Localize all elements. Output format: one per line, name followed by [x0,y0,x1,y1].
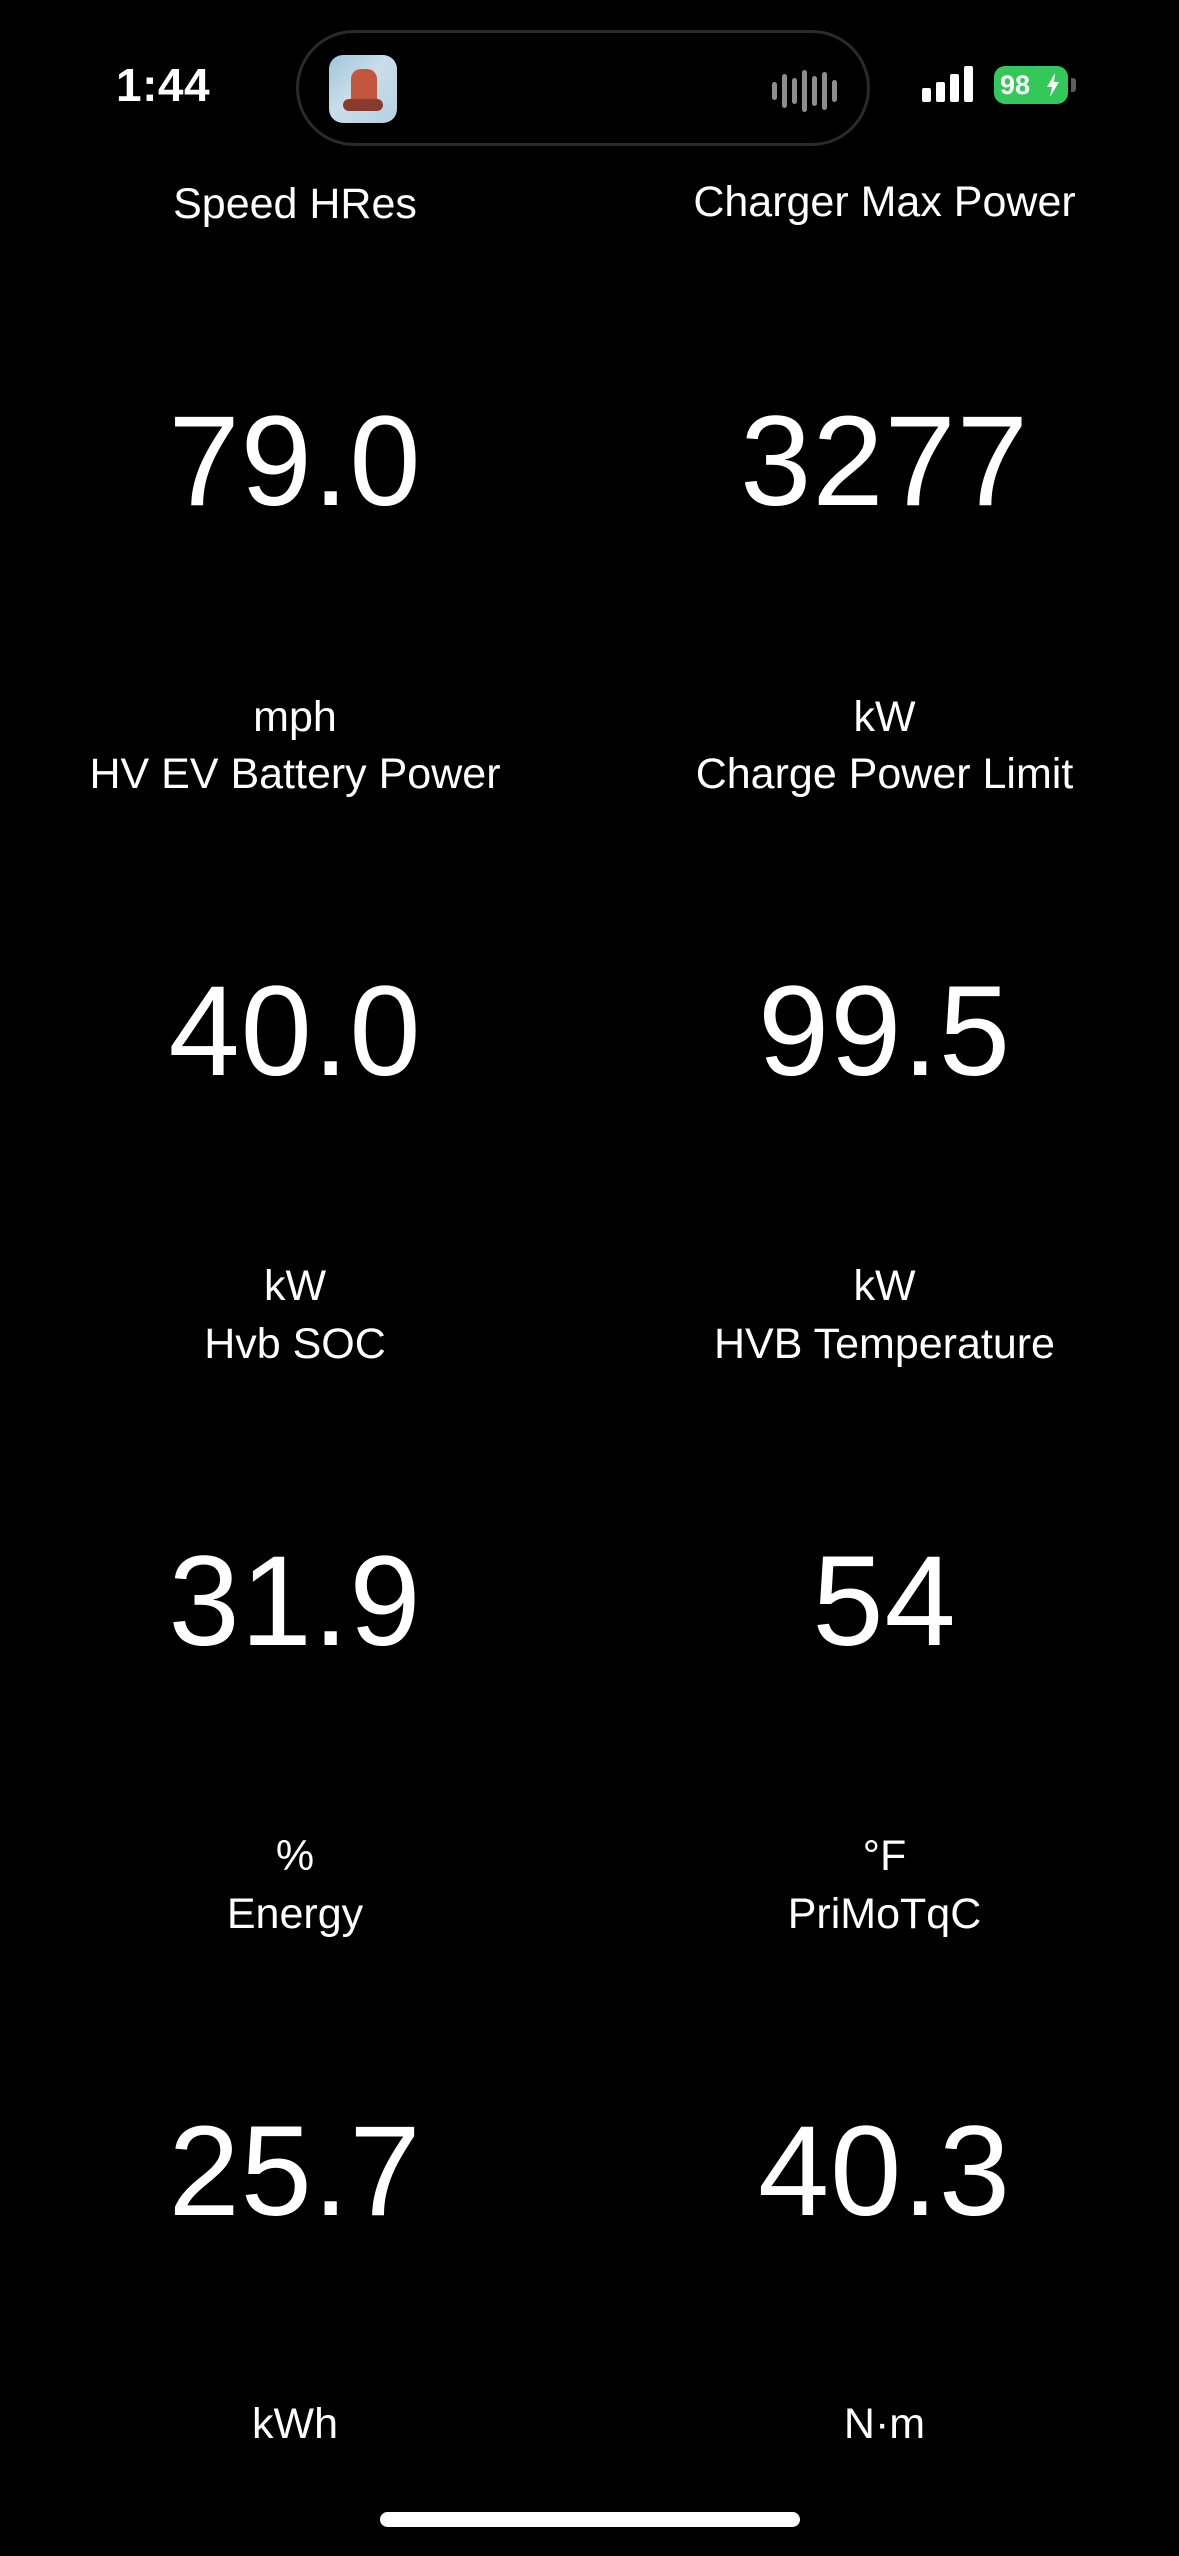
status-time: 1:44 [116,59,211,111]
charge-power-limit-value: 99.5 [757,960,1012,1103]
primotqc-unit: N·m [843,2400,926,2448]
battery-cap [1071,78,1076,92]
hvb-soc-label: Hvb SOC [204,1320,386,1368]
charge-power-limit-unit: kW [853,1262,916,1310]
now-playing-artwork[interactable] [329,55,397,123]
hvb-temperature-unit: °F [862,1832,907,1880]
hvb-temperature-label: HVB Temperature [714,1320,1055,1368]
charging-bolt-icon [1047,73,1059,97]
battery-icon: 98 [994,66,1068,104]
energy-label: Energy [226,1890,364,1938]
hv-ev-battery-power-unit: kW [263,1262,327,1310]
energy-value: 25.7 [168,2100,422,2243]
hvb-soc-unit: % [275,1832,315,1880]
charger-max-power-label: Charger Max Power [693,178,1076,226]
energy-unit: kWh [252,2400,338,2448]
primotqc-value: 40.3 [757,2100,1012,2243]
hv-ev-battery-power-value: 40.0 [168,960,422,1103]
dynamic-island[interactable] [296,30,870,146]
speed-unit: mph [253,693,337,741]
audio-waveform-icon [772,69,837,113]
charge-power-limit-label: Charge Power Limit [695,750,1074,798]
speed-label: Speed HRes [173,180,417,228]
speed-value: 79.0 [168,390,422,533]
charger-max-power-value: 3277 [740,390,1029,533]
cellular-signal-icon [922,66,973,102]
charger-max-power-unit: kW [853,693,916,741]
hvb-soc-value: 31.9 [168,1530,422,1673]
primotqc-label: PriMoTqC [787,1890,982,1938]
battery-percent: 98 [1000,70,1031,100]
artwork-board [343,99,383,111]
hv-ev-battery-power-label: HV EV Battery Power [89,750,501,798]
home-indicator[interactable] [380,2512,800,2527]
hvb-temperature-value: 54 [812,1530,957,1673]
